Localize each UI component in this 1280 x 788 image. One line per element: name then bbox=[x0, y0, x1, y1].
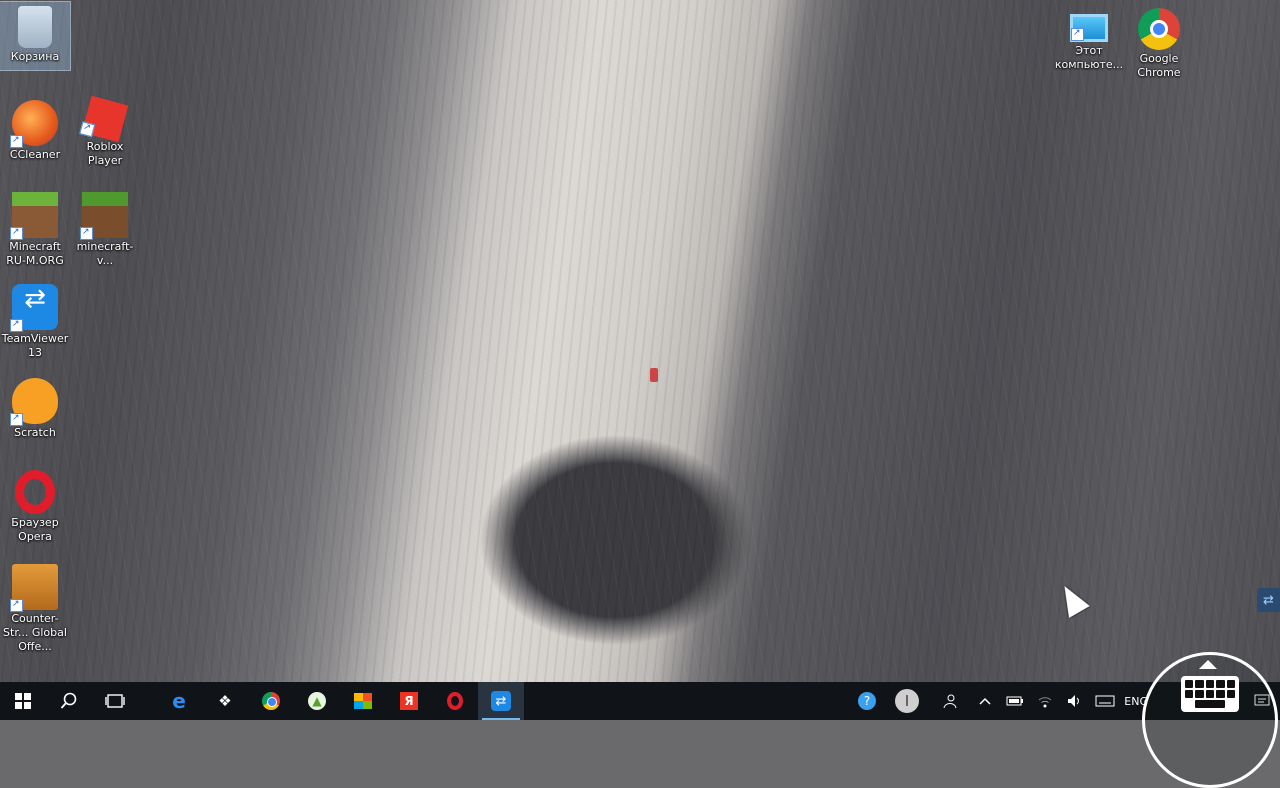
task-view-icon bbox=[105, 691, 125, 711]
taskbar: e ❖ ▲ Я ⇄ ? ENG bbox=[0, 682, 1280, 720]
desktop-icon-this-pc[interactable]: Этот компьюте... bbox=[1054, 4, 1124, 72]
recycle-bin-icon bbox=[18, 6, 52, 48]
desktop-icon-label: Scratch bbox=[14, 426, 56, 439]
chrome-icon bbox=[1138, 8, 1180, 50]
opera-icon bbox=[15, 470, 55, 514]
dropbox-icon: ❖ bbox=[218, 692, 232, 710]
desktop-icon-label: Google Chrome bbox=[1137, 52, 1181, 79]
taskbar-teamviewer[interactable]: ⇄ bbox=[478, 682, 524, 720]
desktop-icon-scratch[interactable]: Scratch bbox=[0, 374, 70, 440]
desktop-icon-label: CCleaner bbox=[9, 148, 61, 161]
touch-keyboard-overlay[interactable] bbox=[1142, 652, 1278, 788]
user-circle-icon[interactable] bbox=[890, 682, 924, 720]
desktop-icon-label: Браузер Opera bbox=[11, 516, 59, 543]
taskbar-navigator[interactable]: ▲ bbox=[294, 682, 340, 720]
volume-icon[interactable] bbox=[1060, 682, 1090, 720]
taskbar-dropbox[interactable]: ❖ bbox=[202, 682, 248, 720]
navigator-icon: ▲ bbox=[308, 692, 326, 710]
yandex-icon: Я bbox=[400, 692, 418, 710]
scratch-icon bbox=[10, 378, 58, 426]
desktop-icon-label: Minecraft RU-M.ORG bbox=[6, 240, 64, 267]
desktop-icon-minecraft-v[interactable]: minecraft-v... bbox=[70, 188, 140, 268]
taskbar-store[interactable] bbox=[340, 682, 386, 720]
desktop-icon-label: Roblox Player bbox=[86, 140, 124, 167]
taskbar-chrome[interactable] bbox=[248, 682, 294, 720]
desktop-icon-roblox[interactable]: Roblox Player bbox=[70, 95, 140, 168]
teamviewer-icon: ⇄ bbox=[491, 691, 511, 711]
wallpaper-climber bbox=[650, 368, 658, 382]
taskbar-edge[interactable]: e bbox=[156, 682, 202, 720]
svg-text:?: ? bbox=[864, 694, 870, 708]
keyboard-icon[interactable] bbox=[1090, 682, 1120, 720]
desktop-icon-recycle-bin[interactable]: Корзина bbox=[0, 1, 71, 71]
roblox-icon bbox=[79, 95, 129, 143]
desktop-icon-label: minecraft-v... bbox=[76, 240, 134, 267]
battery-icon[interactable] bbox=[1000, 682, 1030, 720]
chevron-up-icon[interactable] bbox=[970, 682, 1000, 720]
people-icon[interactable] bbox=[934, 682, 964, 720]
desktop-icon-opera[interactable]: Браузер Opera bbox=[0, 466, 70, 544]
touch-keyboard-icon[interactable] bbox=[1181, 676, 1239, 712]
desktop-icon-label: TeamViewer 13 bbox=[1, 332, 69, 359]
edge-icon: e bbox=[172, 689, 186, 713]
this-pc-icon bbox=[1070, 14, 1108, 42]
start-button[interactable] bbox=[0, 682, 46, 720]
desktop-icon-minecraft[interactable]: Minecraft RU-M.ORG bbox=[0, 188, 70, 268]
help-icon[interactable]: ? bbox=[852, 682, 882, 720]
desktop-icon-ccleaner[interactable]: CCleaner bbox=[0, 96, 70, 162]
desktop-icon-counter-strike[interactable]: Counter-Str... Global Offe... bbox=[0, 560, 70, 654]
ccleaner-icon bbox=[10, 100, 58, 148]
desktop-wallpaper bbox=[0, 0, 1280, 682]
search-button[interactable] bbox=[46, 682, 92, 720]
store-icon bbox=[354, 693, 372, 709]
desktop-icon-label: Этот компьюте... bbox=[1054, 44, 1124, 71]
opera-icon bbox=[447, 692, 463, 710]
counter-strike-icon bbox=[10, 564, 58, 612]
wifi-icon[interactable] bbox=[1030, 682, 1060, 720]
desktop-icon-label: Корзина bbox=[10, 50, 60, 63]
teamviewer-side-panel-icon[interactable]: ⇄ bbox=[1257, 588, 1280, 612]
taskbar-opera[interactable] bbox=[432, 682, 478, 720]
desktop-icon-label: Counter-Str... Global Offe... bbox=[3, 612, 67, 653]
search-icon bbox=[59, 691, 79, 711]
minecraft-icon bbox=[80, 192, 128, 240]
minecraft-icon bbox=[10, 192, 58, 240]
desktop-icon-teamviewer[interactable]: TeamViewer 13 bbox=[0, 280, 70, 360]
start-icon bbox=[13, 691, 33, 711]
task-view-button[interactable] bbox=[92, 682, 138, 720]
chevron-up-icon bbox=[1199, 660, 1217, 669]
chrome-icon bbox=[262, 692, 280, 710]
desktop-icon-google-chrome[interactable]: Google Chrome bbox=[1124, 4, 1194, 80]
teamviewer-icon bbox=[10, 284, 58, 332]
taskbar-yandex[interactable]: Я bbox=[386, 682, 432, 720]
